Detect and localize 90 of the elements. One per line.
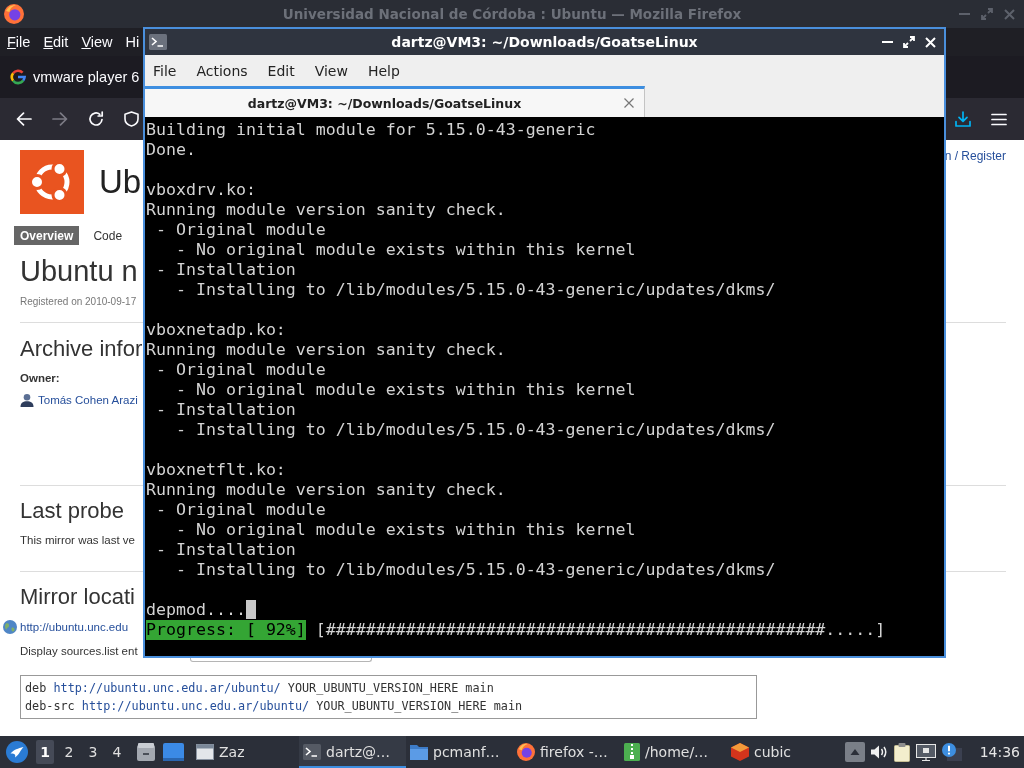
monitor-icon[interactable] bbox=[915, 743, 936, 761]
menu-icon[interactable] bbox=[991, 112, 1007, 126]
terminal-icon bbox=[303, 744, 321, 760]
archive-icon bbox=[624, 743, 640, 761]
sources-url-link[interactable]: http://ubuntu.unc.edu.ar/ubuntu/ bbox=[81, 699, 310, 713]
letter-g-icon bbox=[10, 69, 26, 85]
section-heading: Last probe bbox=[20, 498, 124, 524]
page-heading: Ubuntu n bbox=[20, 254, 138, 288]
terminal-line: vboxdrv.ko: bbox=[146, 180, 256, 200]
terminal-line: - Installing to /lib/modules/5.15.0-43-generic/updates/dkms/ bbox=[174, 560, 776, 580]
terminal-line: vboxnetadp.ko: bbox=[146, 320, 286, 340]
back-icon[interactable] bbox=[16, 112, 32, 126]
window-title: Universidad Nacional de Córdoba : Ubuntu — Mozilla Firefox bbox=[282, 6, 742, 22]
terminal-line: - Original module bbox=[155, 360, 326, 380]
app-logo-icon bbox=[4, 4, 24, 24]
terminal-line: - Installing to /lib/modules/5.15.0-43-generic/updates/dkms/ bbox=[174, 420, 776, 440]
login-link[interactable]: n / Register bbox=[944, 150, 1006, 163]
owner-link[interactable]: Tomás Cohen Arazi bbox=[38, 394, 138, 406]
notification-icon[interactable] bbox=[941, 743, 962, 761]
download-icon[interactable] bbox=[955, 111, 971, 127]
clipboard-icon[interactable] bbox=[893, 742, 910, 762]
terminal-line: Running module version sanity check. bbox=[146, 340, 506, 360]
taskbar-button[interactable]: cubic bbox=[727, 736, 834, 768]
sources-line: deb http://ubuntu.unc.edu.ar/ubuntu/ YOUR_UBUNTU_VERSION_HERE main bbox=[25, 680, 495, 697]
logo-icon bbox=[20, 150, 84, 214]
taskbar-button[interactable]: /home/… bbox=[620, 736, 727, 768]
page-tab[interactable]: Code bbox=[87, 226, 129, 245]
terminal-icon bbox=[149, 34, 167, 50]
drawer-icon[interactable] bbox=[137, 743, 155, 761]
caret-up-icon[interactable] bbox=[844, 742, 865, 762]
terminal-line: Running module version sanity check. bbox=[146, 480, 506, 500]
app-logo-icon bbox=[517, 743, 535, 761]
cube-icon bbox=[731, 743, 749, 761]
terminal-line: Building initial module for 5.15.0-43-generic bbox=[146, 120, 596, 140]
sources-label: Display sources.list ent bbox=[20, 644, 138, 657]
shield-icon[interactable] bbox=[124, 111, 139, 127]
menu-item[interactable]: File bbox=[7, 34, 31, 50]
workspace-button[interactable]: 4 bbox=[108, 740, 126, 764]
window-title: dartz@VM3: ~/Downloads/GoatseLinux bbox=[391, 34, 698, 50]
dropdown-field[interactable] bbox=[190, 658, 372, 662]
speaker-icon[interactable] bbox=[870, 744, 888, 760]
section-heading: Mirror locati bbox=[20, 584, 135, 610]
taskbar-button[interactable]: firefox -… bbox=[513, 736, 620, 768]
terminal-line: - No original module exists within this kernel bbox=[174, 240, 636, 260]
terminal-line: - Original module bbox=[155, 500, 326, 520]
page-tab[interactable]: Overview bbox=[14, 226, 80, 245]
workspace-button[interactable]: 3 bbox=[84, 740, 102, 764]
registered-date: Registered on 2010-09-17 bbox=[20, 295, 137, 309]
clock: 14:36 bbox=[979, 744, 1020, 760]
menu-item[interactable]: View bbox=[314, 62, 348, 79]
menu-item[interactable]: View bbox=[81, 34, 113, 50]
terminal-line: Running module version sanity check. bbox=[146, 200, 506, 220]
taskbar-button[interactable]: Zaz bbox=[192, 736, 299, 768]
taskbar-button[interactable]: dartz@… bbox=[299, 736, 406, 768]
menu-item[interactable]: Actions bbox=[196, 62, 248, 79]
terminal-line: vboxnetflt.ko: bbox=[146, 460, 286, 480]
section-heading: Archive infor bbox=[20, 336, 143, 362]
taskbar-button[interactable]: pcmanf… bbox=[406, 736, 513, 768]
terminal-line: - Installation bbox=[155, 400, 296, 420]
mirror-link[interactable]: http://ubuntu.unc.edu bbox=[20, 621, 129, 633]
person-icon bbox=[20, 393, 34, 407]
menu-item[interactable]: Edit bbox=[43, 34, 69, 50]
progress-bar-text: [##################################################.....] bbox=[315, 620, 886, 640]
terminal-line: - Installing to /lib/modules/5.15.0-43-generic/updates/dkms/ bbox=[174, 280, 776, 300]
page-title: Ub bbox=[99, 162, 142, 202]
reload-icon[interactable] bbox=[88, 111, 104, 127]
workspace-button[interactable]: 1 bbox=[36, 740, 54, 764]
terminal-line: Done. bbox=[146, 140, 196, 160]
menu-item[interactable]: Hi bbox=[125, 34, 140, 50]
terminal-line: - Installation bbox=[155, 540, 296, 560]
globe-icon bbox=[3, 620, 17, 634]
folder-icon bbox=[410, 744, 428, 760]
terminal-line: - No original module exists within this kernel bbox=[174, 520, 636, 540]
menu-item[interactable]: Help bbox=[367, 62, 400, 79]
terminal-tab[interactable]: dartz@VM3: ~/Downloads/GoatseLinux bbox=[145, 86, 645, 117]
terminal-line: - No original module exists within this kernel bbox=[174, 380, 636, 400]
workspace-button[interactable]: 2 bbox=[60, 740, 78, 764]
paper-plane-icon[interactable] bbox=[6, 741, 28, 763]
terminal-line: depmod.... bbox=[146, 600, 246, 620]
window-icon bbox=[196, 744, 214, 760]
sources-url-link[interactable]: http://ubuntu.unc.edu.ar/ubuntu/ bbox=[53, 681, 281, 695]
probe-text: This mirror was last ve bbox=[20, 533, 136, 547]
browser-tab[interactable]: vmware player 6 bbox=[0, 60, 144, 94]
menu-item[interactable]: Edit bbox=[267, 62, 295, 79]
progress-label: Progress: [ 92%] bbox=[146, 620, 306, 640]
terminal-line: - Installation bbox=[155, 260, 296, 280]
owner-label: Owner: bbox=[20, 371, 60, 385]
menu-item[interactable]: File bbox=[153, 62, 177, 79]
terminal-line: - Original module bbox=[155, 220, 326, 240]
sources-line: deb-src http://ubuntu.unc.edu.ar/ubuntu/ YOUR_UBUNTU_VERSION_HERE main bbox=[25, 698, 524, 715]
